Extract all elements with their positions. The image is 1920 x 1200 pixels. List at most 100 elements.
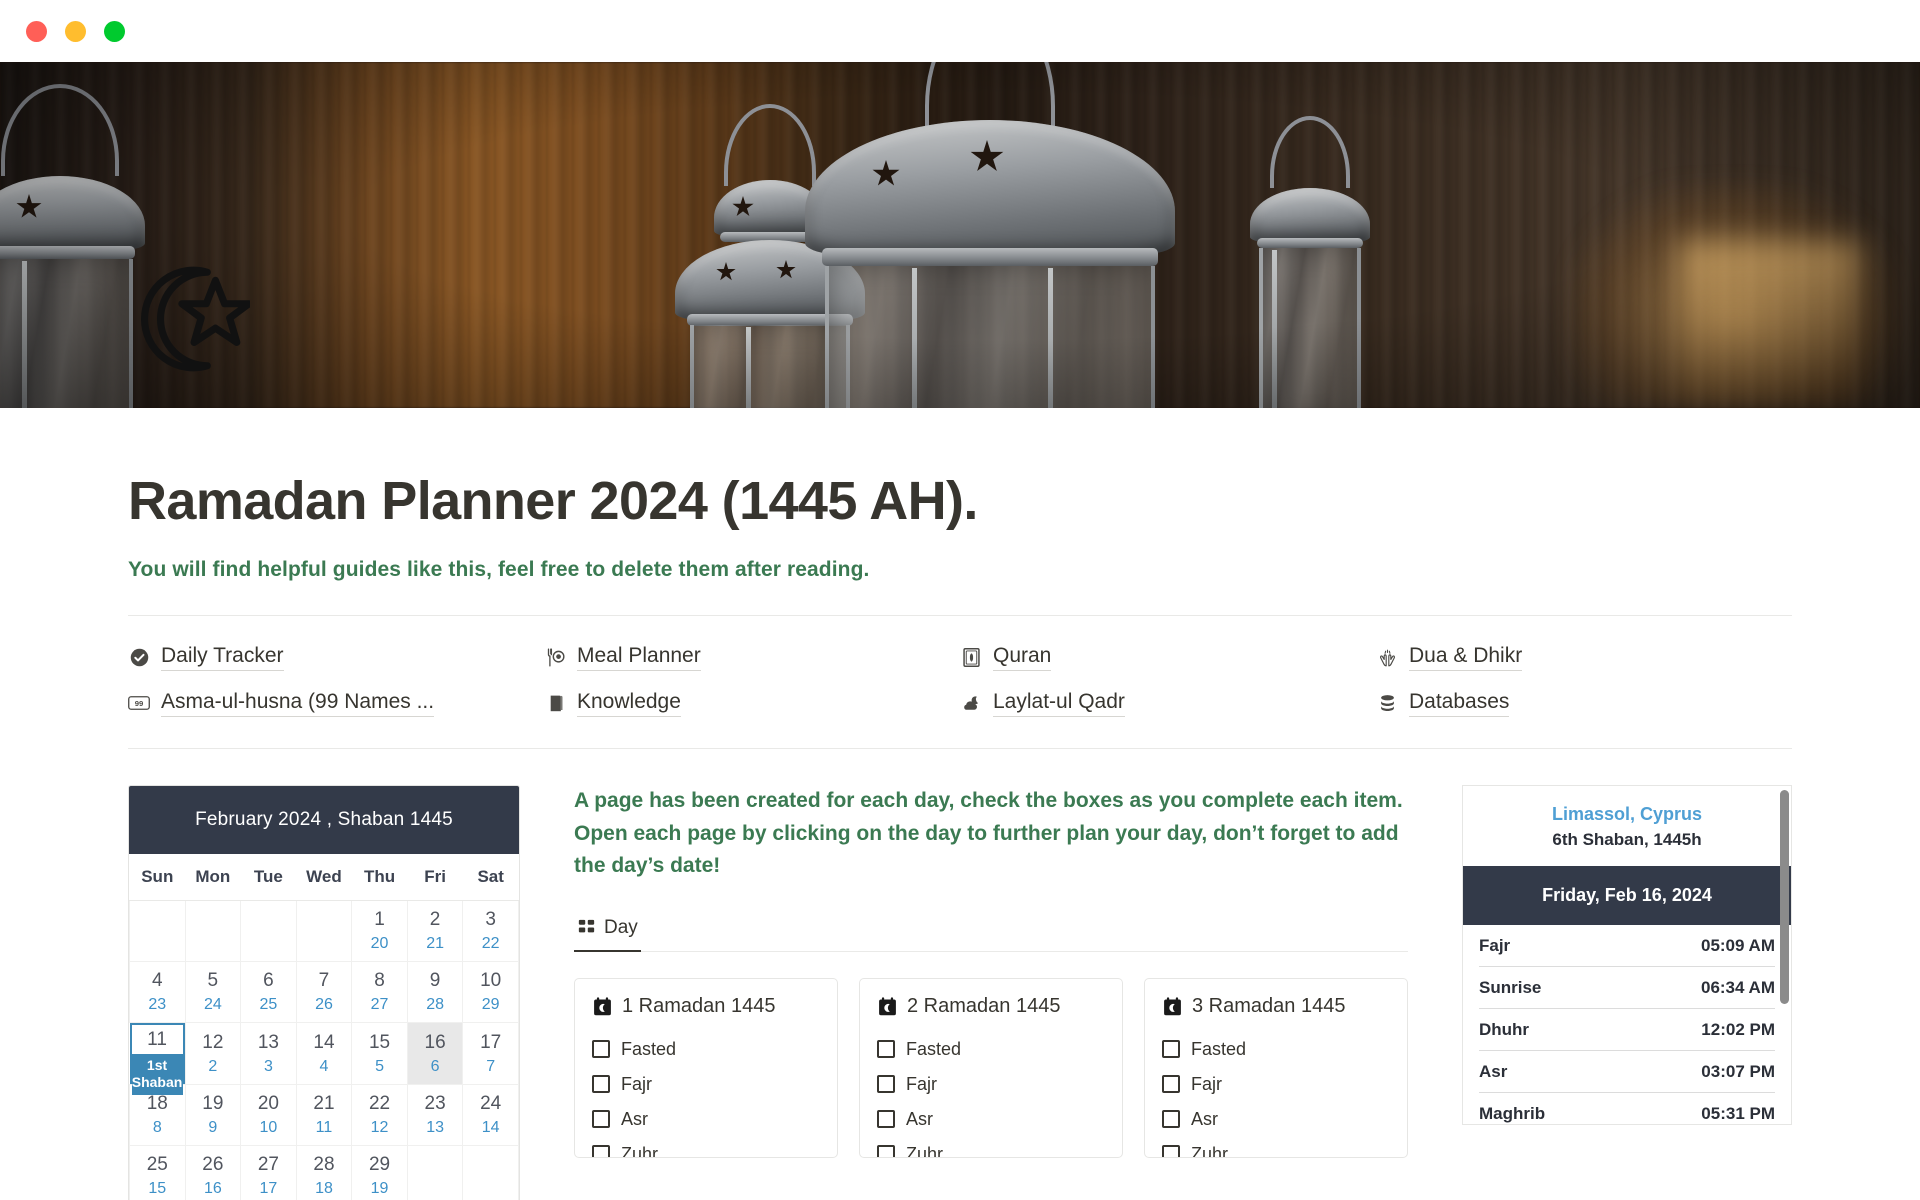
calendar-crescent-icon: [877, 996, 898, 1017]
calendar-day-cell[interactable]: 12 2: [184, 1022, 242, 1086]
checkbox[interactable]: [1162, 1075, 1180, 1094]
checkbox[interactable]: [877, 1110, 895, 1129]
checkbox[interactable]: [592, 1075, 610, 1094]
link-label: Quran: [993, 644, 1052, 671]
checkbox[interactable]: [1162, 1110, 1180, 1129]
calendar-day-cell[interactable]: 3 22: [462, 900, 519, 963]
checklist-item[interactable]: Fasted: [877, 1032, 1105, 1067]
calendar-day-cell[interactable]: 7 26: [295, 961, 353, 1024]
prayer-time-row: Dhuhr 12:02 PM: [1479, 1009, 1775, 1052]
prayer-times-widget[interactable]: Limassol, Cyprus 6th Shaban, 1445h Frida…: [1462, 785, 1792, 1126]
tab-day[interactable]: Day: [574, 913, 641, 952]
calendar-day-cell[interactable]: 19 9: [184, 1084, 242, 1147]
prayer-time-row: Sunrise 06:34 AM: [1479, 967, 1775, 1010]
calendar-day-cell[interactable]: 17 7: [462, 1022, 519, 1086]
close-window-button[interactable]: [26, 20, 47, 42]
calendar-day-cell[interactable]: 10 29: [462, 961, 519, 1024]
calendar-day-cell[interactable]: 9 28: [406, 961, 464, 1024]
calendar-day-cell[interactable]: 21 11: [295, 1084, 353, 1147]
checkbox[interactable]: [877, 1145, 895, 1157]
checklist-item[interactable]: Zuhr: [592, 1137, 820, 1157]
calendar-day-cell[interactable]: 4 23: [129, 961, 186, 1024]
calendar-day-cell[interactable]: 8 27: [351, 961, 408, 1024]
checkbox[interactable]: [1162, 1145, 1180, 1157]
checklist-item[interactable]: Fajr: [1162, 1067, 1390, 1102]
calendar-day-cell[interactable]: 15 5: [351, 1022, 408, 1086]
crescent-moon-star-icon[interactable]: [128, 258, 253, 380]
calendar-day-cell-marked[interactable]: 11 1st Shaban: [129, 1023, 186, 1095]
calendar-day-cell[interactable]: 14 4: [295, 1022, 353, 1086]
prayer-location[interactable]: Limassol, Cyprus: [1477, 802, 1777, 826]
link-meal-planner[interactable]: Meal Planner: [544, 640, 960, 674]
calendar-day-cell[interactable]: 5 24: [184, 961, 242, 1024]
day-card-title-text: 2 Ramadan 1445: [907, 994, 1061, 1017]
day-card-header: 2 Ramadan 1445: [877, 995, 1105, 1018]
checklist-item[interactable]: Asr: [592, 1102, 820, 1137]
day-card[interactable]: 2 Ramadan 1445 Fasted Fajr Asr Zuhr Magh…: [859, 977, 1123, 1158]
day-card[interactable]: 3 Ramadan 1445 Fasted Fajr Asr Zuhr Magh…: [1144, 977, 1408, 1158]
calendar-day-cell[interactable]: 1 20: [351, 900, 408, 963]
checklist-label: Asr: [906, 1108, 933, 1129]
calendar-day-cell[interactable]: 23 13: [406, 1084, 464, 1147]
weekday-mon: Mon: [185, 854, 241, 902]
checkbox[interactable]: [877, 1075, 895, 1094]
calendar-day-cell[interactable]: [462, 1145, 519, 1200]
hijri-calendar-widget[interactable]: February 2024 , Shaban 1445 Sun Mon Tue …: [128, 785, 520, 1200]
prayer-gregorian-date: Friday, Feb 16, 2024: [1463, 866, 1791, 926]
prayer-time: 06:34 AM: [1700, 977, 1775, 997]
calendar-day-cell[interactable]: 25 15: [129, 1145, 186, 1200]
calendar-day-cell[interactable]: 27 17: [240, 1145, 297, 1200]
calendar-day-cell[interactable]: [129, 900, 186, 963]
link-laylat-ul-qadr[interactable]: Laylat-ul Qadr: [960, 686, 1376, 720]
calendar-day-cell[interactable]: [295, 900, 353, 963]
calendar-day-cell[interactable]: 22 12: [351, 1084, 408, 1147]
checkbox[interactable]: [592, 1040, 610, 1059]
checklist-label: Fajr: [906, 1073, 937, 1094]
link-quran[interactable]: Quran: [960, 640, 1376, 674]
checkbox[interactable]: [592, 1110, 610, 1129]
checkbox[interactable]: [592, 1145, 610, 1157]
calendar-day-cell[interactable]: [406, 1145, 464, 1200]
checklist-item[interactable]: Asr: [1162, 1102, 1390, 1137]
link-label: Asma-ul-husna (99 Names ...: [161, 690, 435, 717]
link-label: Dua & Dhikr: [1409, 644, 1523, 671]
checkbox[interactable]: [877, 1040, 895, 1059]
calendar-day-cell[interactable]: 20 10: [240, 1084, 297, 1147]
hero-vignette: [0, 62, 1920, 408]
traffic-lights: [26, 20, 125, 42]
prayer-time-row: Maghrib 05:31 PM: [1479, 1093, 1775, 1124]
calendar-day-cell[interactable]: 2 21: [406, 900, 464, 963]
link-dua-dhikr[interactable]: Dua & Dhikr: [1376, 640, 1792, 674]
checkbox[interactable]: [1162, 1040, 1180, 1059]
checklist-item[interactable]: Asr: [877, 1102, 1105, 1137]
tab-label: Day: [604, 916, 638, 938]
checklist-item[interactable]: Fasted: [1162, 1032, 1390, 1067]
minimize-window-button[interactable]: [65, 20, 86, 42]
calendar-crescent-icon: [1162, 996, 1183, 1017]
calendar-day-cell[interactable]: 29 19: [351, 1145, 408, 1200]
link-asma-ul-husna[interactable]: 99 Asma-ul-husna (99 Names ...: [128, 686, 544, 720]
prayer-scrollbar-thumb[interactable]: [1780, 790, 1789, 1005]
day-card[interactable]: 1 Ramadan 1445 Fasted Fajr Asr Zuhr Magh…: [574, 977, 838, 1158]
checklist-item[interactable]: Fasted: [592, 1032, 820, 1067]
link-databases[interactable]: Databases: [1376, 686, 1792, 720]
prayer-name: Sunrise: [1479, 977, 1542, 997]
prayer-time: 03:07 PM: [1701, 1061, 1775, 1081]
checklist-item[interactable]: Zuhr: [877, 1137, 1105, 1157]
maximize-window-button[interactable]: [104, 20, 125, 42]
calendar-day-cell[interactable]: 26 16: [184, 1145, 242, 1200]
link-daily-tracker[interactable]: Daily Tracker: [128, 640, 544, 674]
checklist-item[interactable]: Zuhr: [1162, 1137, 1390, 1157]
calendar-day-cell[interactable]: 13 3: [240, 1022, 297, 1086]
calendar-day-cell[interactable]: 24 14: [462, 1084, 519, 1147]
prayer-scrollbar[interactable]: [1780, 790, 1789, 1120]
page-subtitle: You will find helpful guides like this, …: [128, 558, 870, 582]
calendar-day-cell-today[interactable]: 16 6: [406, 1022, 464, 1086]
link-knowledge[interactable]: Knowledge: [544, 686, 960, 720]
calendar-day-cell[interactable]: [184, 900, 242, 963]
calendar-day-cell[interactable]: 6 25: [240, 961, 297, 1024]
checklist-item[interactable]: Fajr: [592, 1067, 820, 1102]
calendar-day-cell[interactable]: 28 18: [295, 1145, 353, 1200]
calendar-day-cell[interactable]: [240, 900, 297, 963]
checklist-item[interactable]: Fajr: [877, 1067, 1105, 1102]
